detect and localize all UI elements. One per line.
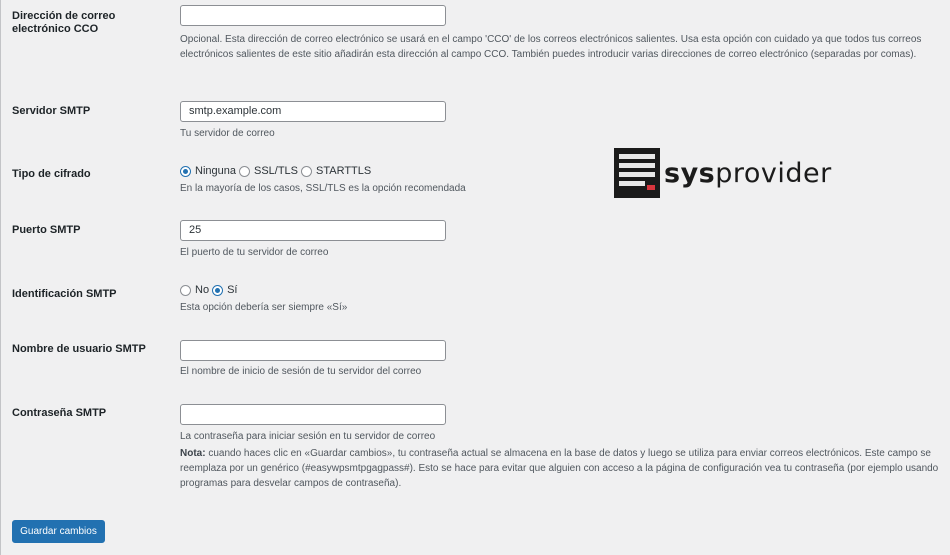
bcc-label: Dirección de correo electrónico CCO (12, 10, 116, 35)
smtp-auth-yes-label: Sí (227, 284, 238, 296)
smtp-port-label: Puerto SMTP (12, 224, 81, 236)
encryption-option-starttls[interactable]: STARTTLS (301, 165, 371, 177)
encryption-starttls-label: STARTTLS (316, 165, 372, 177)
logo-wordmark: sysprovider (664, 157, 832, 189)
smtp-auth-option-no[interactable]: No (180, 284, 209, 296)
smtp-password-note: Nota: cuando haces clic en «Guardar camb… (180, 446, 940, 491)
smtp-auth-label: Identificación SMTP (12, 288, 117, 300)
encryption-none-label: Ninguna (195, 165, 236, 177)
note-label: Nota: (180, 448, 206, 459)
encryption-ssl-label: SSL/TLS (253, 165, 299, 177)
encryption-option-none[interactable]: Ninguna (180, 165, 236, 177)
smtp-username-field[interactable] (180, 340, 446, 361)
smtp-auth-option-yes[interactable]: Sí (212, 284, 237, 296)
smtp-server-field[interactable]: smtp.example.com (180, 101, 446, 122)
smtp-server-description: Tu servidor de correo (180, 128, 275, 139)
smtp-port-field[interactable]: 25 (180, 220, 446, 241)
smtp-username-description: El nombre de inicio de sesión de tu serv… (180, 366, 422, 377)
encryption-ssl-radio[interactable] (238, 165, 250, 177)
bcc-email-field[interactable] (180, 5, 446, 26)
smtp-password-label: Contraseña SMTP (12, 407, 107, 419)
smtp-auth-radio-group: No Sí (180, 283, 240, 297)
smtp-auth-no-label: No (195, 284, 210, 296)
admin-content-edge (0, 0, 1, 555)
encryption-label: Tipo de cifrado (12, 168, 91, 180)
smtp-server-label: Servidor SMTP (12, 105, 91, 117)
save-changes-button[interactable]: Guardar cambios (12, 520, 105, 543)
smtp-port-description: El puerto de tu servidor de correo (180, 247, 329, 258)
smtp-auth-no-radio[interactable] (180, 284, 191, 296)
smtp-password-description: La contraseña para iniciar sesión en tu … (180, 431, 436, 442)
smtp-username-label: Nombre de usuario SMTP (12, 343, 146, 355)
note-text: cuando haces clic en «Guardar cambios», … (180, 448, 939, 489)
smtp-password-field[interactable] (180, 404, 446, 425)
sysprovider-logo: sysprovider (614, 148, 832, 198)
encryption-starttls-radio[interactable] (301, 165, 313, 177)
server-rack-icon (614, 148, 660, 198)
encryption-radio-group: Ninguna SSL/TLS STARTTLS (180, 164, 374, 178)
smtp-auth-yes-radio[interactable] (212, 284, 224, 296)
encryption-option-ssl[interactable]: SSL/TLS (238, 165, 299, 177)
smtp-auth-description: Esta opción debería ser siempre «Sí» (180, 302, 348, 313)
bcc-description: Opcional. Esta dirección de correo elect… (180, 34, 922, 60)
encryption-none-radio[interactable] (180, 165, 191, 177)
